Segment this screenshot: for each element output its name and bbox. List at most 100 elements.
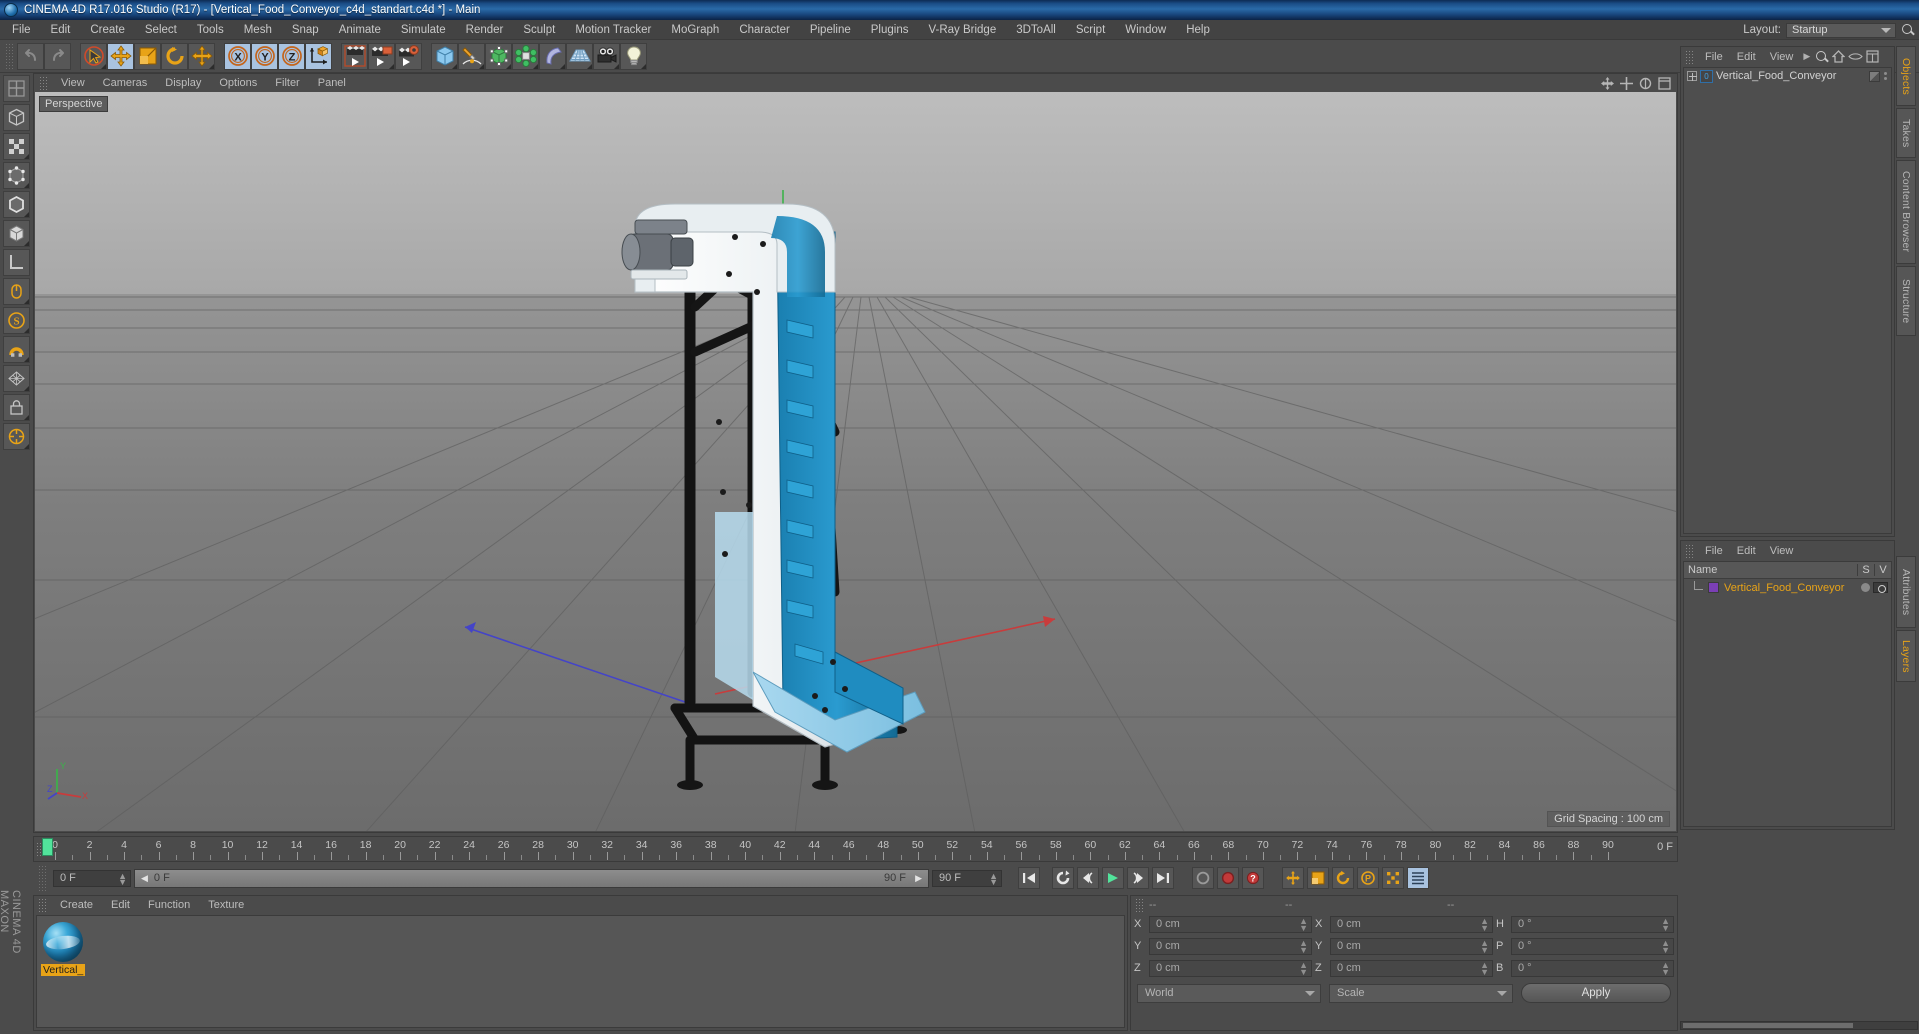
material-menu-create[interactable]: Create [51, 899, 102, 911]
step-back-icon[interactable] [1077, 867, 1099, 889]
polygons-mode-icon[interactable] [3, 220, 30, 247]
model-mode-icon[interactable] [3, 104, 30, 131]
autokeying-icon[interactable] [1217, 867, 1239, 889]
spinner-icon[interactable]: ▲ ▼ [1299, 916, 1308, 932]
floor-environment-icon[interactable] [566, 42, 593, 70]
lock-workplane-icon[interactable] [3, 394, 30, 421]
material-preview-sphere[interactable] [43, 922, 83, 962]
spinner-icon[interactable]: ▲ ▼ [1299, 938, 1308, 954]
material-list[interactable]: Vertical_ [36, 915, 1125, 1028]
layer-name-label[interactable]: Vertical_Food_Conveyor [1724, 582, 1844, 594]
spinner-icon[interactable]: ▲ ▼ [118, 871, 127, 886]
menu-item-mograph[interactable]: MoGraph [661, 20, 729, 40]
toolbar-drag-handle[interactable] [5, 43, 14, 69]
menu-item-pipeline[interactable]: Pipeline [800, 20, 861, 40]
rotation-p-field[interactable]: 0 ° ▲ ▼ [1511, 937, 1674, 955]
object-menu-file[interactable]: File [1698, 51, 1730, 63]
layer-menu-file[interactable]: File [1698, 545, 1730, 557]
spinner-icon[interactable]: ▲ ▼ [1661, 916, 1670, 932]
viewport-menu-cameras[interactable]: Cameras [94, 77, 157, 89]
viewport-menu-display[interactable]: Display [156, 77, 210, 89]
position-y-field[interactable]: 0 cm ▲ ▼ [1149, 937, 1312, 955]
spinner-icon[interactable]: ▲ ▼ [1480, 938, 1489, 954]
deformer-bend-icon[interactable] [539, 42, 566, 70]
menu-item-render[interactable]: Render [456, 20, 514, 40]
spinner-icon[interactable]: ▲ ▼ [989, 871, 998, 886]
array-cloner-icon[interactable] [512, 42, 539, 70]
scale-icon[interactable] [134, 42, 161, 70]
layout-dropdown[interactable]: Startup [1786, 22, 1896, 38]
material-menu-texture[interactable]: Texture [199, 899, 253, 911]
point-level-animation-icon[interactable] [1382, 867, 1404, 889]
z-axis-icon[interactable]: Z [278, 42, 305, 70]
search-icon[interactable] [1815, 50, 1829, 64]
object-display-toggle-icon[interactable] [1869, 70, 1880, 82]
tab-takes[interactable]: Takes [1896, 108, 1916, 158]
cube-primitive-icon[interactable] [431, 42, 458, 70]
rotation-key-icon[interactable] [1332, 867, 1354, 889]
nurbs-generator-icon[interactable] [485, 42, 512, 70]
end-frame-field[interactable]: 90 F ▲ ▼ [932, 869, 1002, 887]
tab-structure[interactable]: Structure [1896, 266, 1916, 336]
record-active-objects-icon[interactable] [1192, 867, 1214, 889]
go-to-end-icon[interactable] [1152, 867, 1174, 889]
size-z-field[interactable]: 0 cm ▲ ▼ [1330, 959, 1493, 977]
bottom-scrollbar[interactable] [1680, 1021, 1918, 1030]
move-icon[interactable] [107, 42, 134, 70]
object-tree-row[interactable]: 0 Vertical_Food_Conveyor [1684, 68, 1891, 84]
timeline-range-slider[interactable]: ◀ 0 F 90 F ▶ [134, 868, 929, 888]
menu-item-window[interactable]: Window [1115, 20, 1176, 40]
viewport-drag-handle[interactable] [39, 76, 48, 90]
spinner-icon[interactable]: ▲ ▼ [1480, 916, 1489, 932]
menu-item-sculpt[interactable]: Sculpt [513, 20, 565, 40]
material-drag-handle[interactable] [38, 898, 47, 912]
rotate-icon[interactable] [161, 42, 188, 70]
play-reverse-loop-icon[interactable] [1052, 867, 1074, 889]
keyframe-selection-icon[interactable]: ? [1242, 867, 1264, 889]
object-name-label[interactable]: Vertical_Food_Conveyor [1716, 70, 1836, 82]
start-frame-field[interactable]: 0 F ▲ ▼ [53, 869, 131, 887]
search-icon[interactable] [1901, 23, 1915, 37]
spinner-icon[interactable]: ▲ ▼ [1661, 938, 1670, 954]
scale-view-icon[interactable] [1620, 76, 1633, 90]
layer-visibility-icon[interactable] [1873, 582, 1888, 593]
layer-row[interactable]: Vertical_Food_Conveyor [1684, 579, 1891, 596]
fit-icon[interactable] [1866, 50, 1879, 63]
size-x-field[interactable]: 0 cm ▲ ▼ [1330, 915, 1493, 933]
transport-drag-handle[interactable] [38, 865, 47, 891]
layer-manager-drag-handle[interactable] [1685, 543, 1694, 558]
viewport-3d-canvas[interactable]: Y X Z Perspective Grid Spacing : 100 cm [35, 92, 1676, 831]
menu-item-file[interactable]: File [0, 20, 41, 40]
material-menu-edit[interactable]: Edit [102, 899, 139, 911]
object-manager-drag-handle[interactable] [1685, 49, 1694, 64]
scale-key-icon[interactable] [1307, 867, 1329, 889]
viewport-menu-options[interactable]: Options [210, 77, 266, 89]
object-tree[interactable]: 0 Vertical_Food_Conveyor [1683, 67, 1892, 534]
chevron-right-icon[interactable]: ▶ [1800, 51, 1813, 62]
menu-item-plugins[interactable]: Plugins [861, 20, 919, 40]
menu-item-snap[interactable]: Snap [282, 20, 329, 40]
menu-item-animate[interactable]: Animate [329, 20, 391, 40]
workplane-icon[interactable] [3, 365, 30, 392]
timeline-settings-icon[interactable] [1407, 867, 1429, 889]
coordinate-system-dropdown[interactable]: World [1137, 983, 1321, 1003]
enable-axis-icon[interactable]: S [3, 307, 30, 334]
menu-item-simulate[interactable]: Simulate [391, 20, 456, 40]
play-icon[interactable] [1102, 867, 1124, 889]
menu-item-vray-bridge[interactable]: V-Ray Bridge [918, 20, 1006, 40]
home-icon[interactable] [1832, 50, 1846, 63]
size-y-field[interactable]: 0 cm ▲ ▼ [1330, 937, 1493, 955]
material-name-label[interactable]: Vertical_ [41, 964, 85, 976]
step-forward-icon[interactable] [1127, 867, 1149, 889]
menu-item-mesh[interactable]: Mesh [234, 20, 282, 40]
go-to-start-icon[interactable] [1018, 867, 1040, 889]
coordinates-drag-handle[interactable] [1135, 898, 1144, 912]
menu-item-create[interactable]: Create [80, 20, 135, 40]
position-x-field[interactable]: 0 cm ▲ ▼ [1149, 915, 1312, 933]
viewport-view-label[interactable]: Perspective [39, 96, 109, 112]
render-view-icon[interactable] [341, 42, 368, 70]
visibility-dots-icon[interactable] [1884, 72, 1887, 80]
tab-layers[interactable]: Layers [1896, 630, 1916, 682]
viewport-menu-filter[interactable]: Filter [266, 77, 308, 89]
spinner-icon[interactable]: ▲ ▼ [1661, 960, 1670, 976]
